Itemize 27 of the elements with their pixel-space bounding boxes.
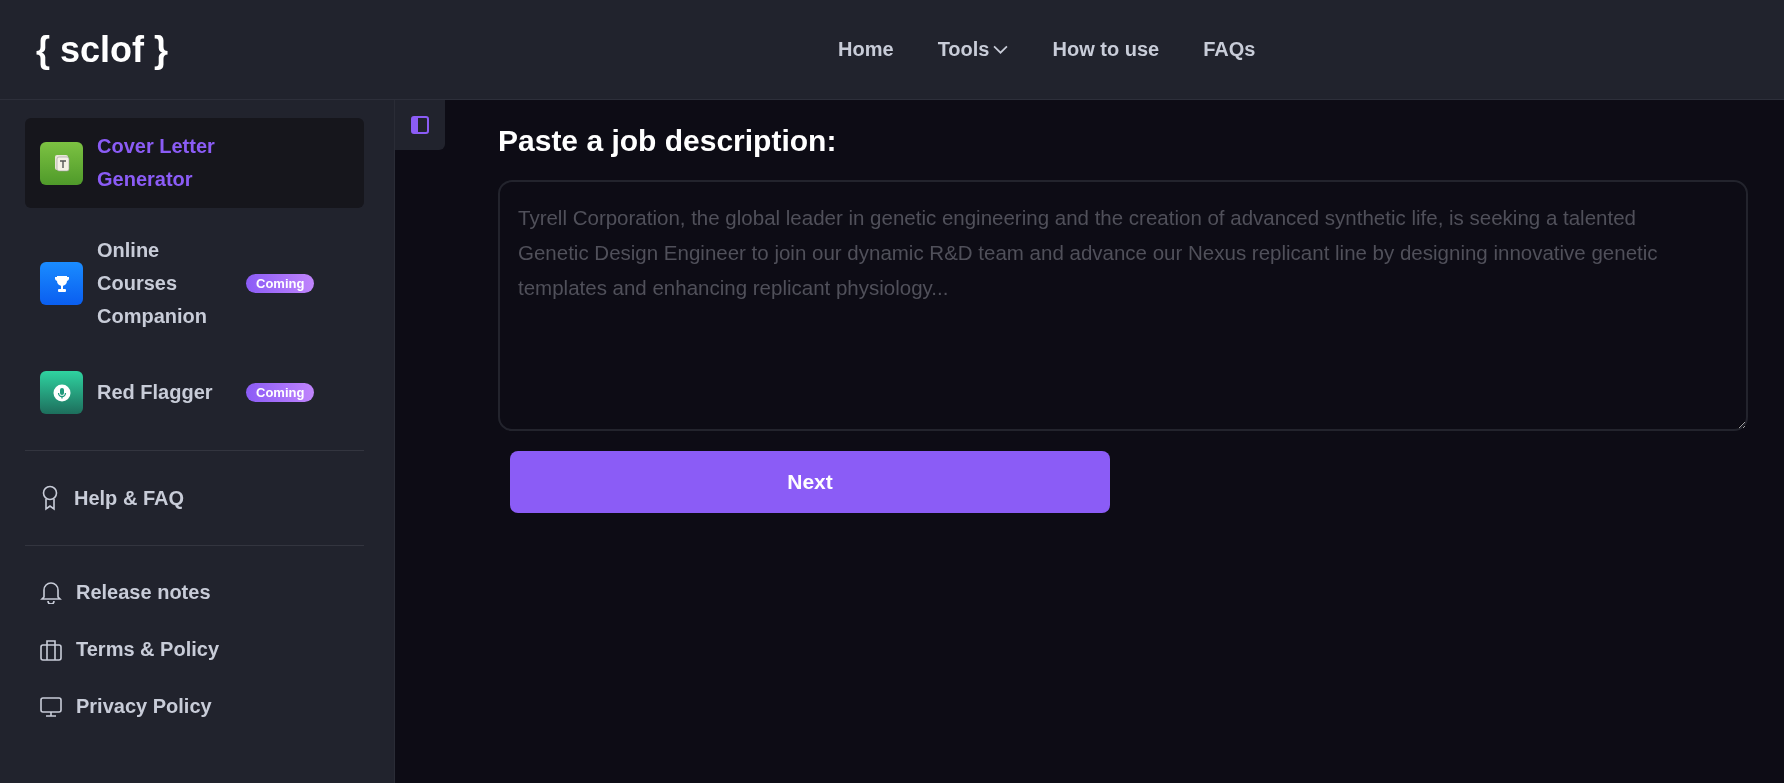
sidebar-icon <box>410 115 430 135</box>
nav-link[interactable]: Tools <box>937 38 1009 61</box>
sidebar-link[interactable]: Release notes <box>40 580 349 604</box>
nav-link[interactable]: FAQs <box>1203 38 1256 61</box>
sidebar-link[interactable]: Help & FAQ <box>40 485 349 511</box>
page-heading: Paste a job description: <box>498 124 838 158</box>
sidebar-link[interactable]: Terms & Policy <box>40 638 349 661</box>
job-description-field[interactable]: Tyrell Corporation, the global leader in genetic engineering and the creation of advanced synthetic life, is seeking a talented Genetic Design Engineer to join our dynamic R&D team and advance our Nexus replicant line by designing innovative genetic templates and enhancing replicant physiology... <box>498 180 1748 431</box>
sidebar-item[interactable]: Cover Letter Generator <box>25 118 364 208</box>
nav-link[interactable]: Home <box>838 38 894 61</box>
bell-icon <box>40 580 62 604</box>
sidebar-item[interactable]: Online Courses Companion Coming <box>25 222 364 345</box>
tool-label: Red Flagger <box>97 380 214 405</box>
coming-badge: Coming <box>246 274 315 293</box>
logo[interactable]: { sclof } <box>36 28 169 71</box>
briefcase-icon <box>40 638 62 661</box>
coming-badge: Coming <box>246 383 315 402</box>
sidebar-toggle-button[interactable] <box>395 100 445 150</box>
tool-label: Cover Letter Generator <box>97 134 216 192</box>
ribbon-icon <box>40 485 60 511</box>
sidebar-item[interactable]: Red Flagger Coming <box>25 359 364 426</box>
microphone-icon <box>51 382 72 403</box>
sidebar-link[interactable]: Privacy Policy <box>40 695 349 718</box>
next-button[interactable]: Next <box>510 451 1110 513</box>
nav-link[interactable]: How to use <box>1052 38 1160 61</box>
monitor-icon <box>40 695 62 718</box>
tool-label: Online Courses Companion <box>97 238 208 329</box>
